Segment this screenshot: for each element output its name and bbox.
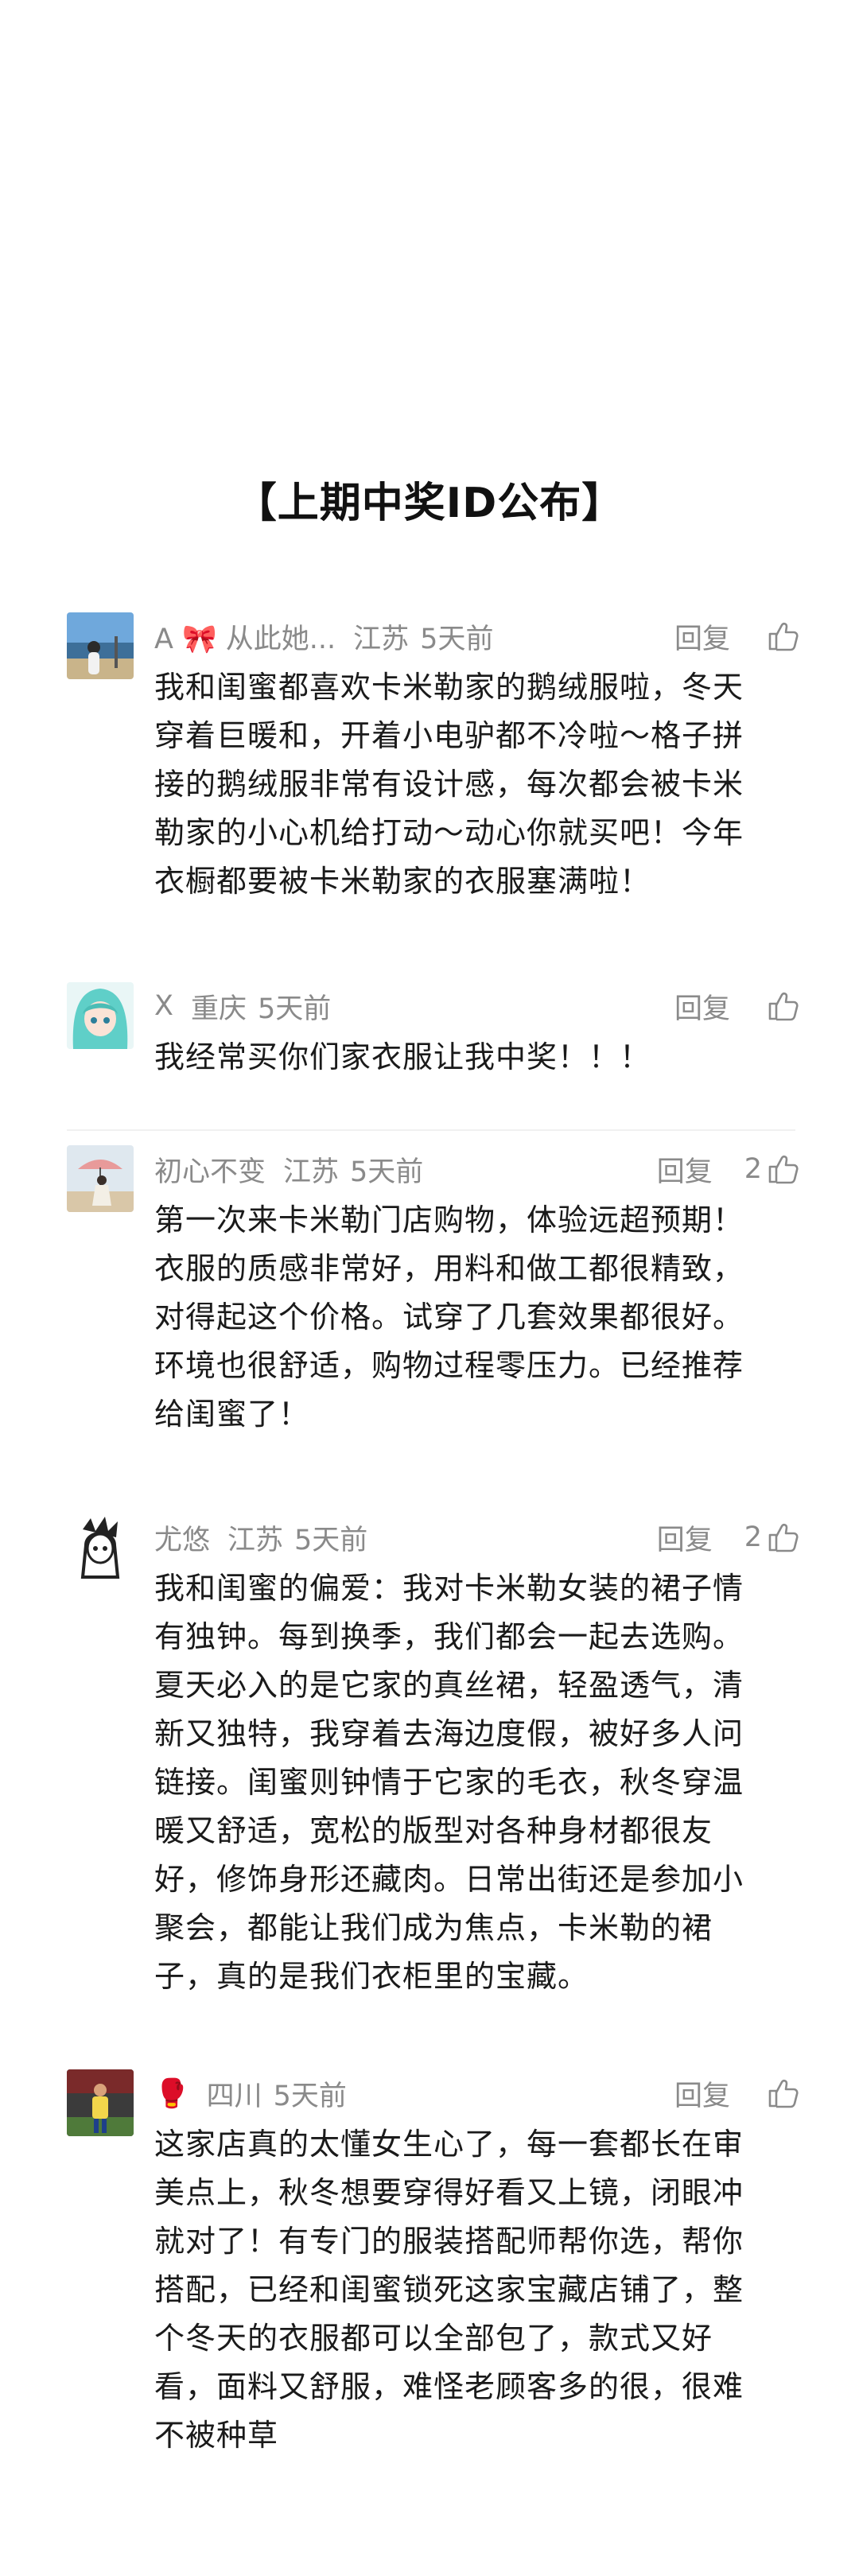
comment-text: 这家店真的太懂女生心了，每一套都长在审 美点上，秋冬想要穿得好看又上镜，闭眼冲 … xyxy=(154,2127,744,2453)
comment-text: 我和闺蜜的偏爱：我对卡米勒女装的裙子情 有独钟。每到换季，我们都会一起去选购。 … xyxy=(154,1571,744,1994)
like-count: 2 xyxy=(744,1153,762,1185)
username[interactable]: A 🎀 从此她... xyxy=(154,616,336,657)
location: 重庆 xyxy=(190,993,247,1025)
reply-button[interactable]: 回复 xyxy=(657,1517,713,1558)
comment-actions: 回复 xyxy=(674,616,799,657)
comment-item: 初心不变 江苏 5天前 回复 2 第一次来卡米勒门店购物，体验远超预期！ 衣服的… xyxy=(67,1145,799,1432)
comment-text: 我和闺蜜都喜欢卡米勒家的鹅绒服啦，冬天 穿着巨暖和，开着小电驴都不冷啦～格子拼 … xyxy=(154,670,744,899)
timestamp: 5天前 xyxy=(294,1524,368,1556)
comment-meta: A 🎀 从此她... 江苏 5天前 xyxy=(154,616,494,657)
comment-meta: 初心不变 江苏 5天前 xyxy=(154,1149,424,1190)
thumbs-up-icon[interactable] xyxy=(767,620,799,652)
timestamp: 5天前 xyxy=(273,2080,347,2112)
user-avatar[interactable] xyxy=(67,1513,134,1580)
comment-actions: 回复 2 xyxy=(657,1517,799,1558)
thumbs-up-icon[interactable] xyxy=(767,2077,799,2109)
username[interactable]: 尤悠 xyxy=(154,1517,210,1558)
thumbs-up-icon[interactable] xyxy=(767,1521,799,1553)
divider xyxy=(67,1129,795,1131)
reply-button[interactable]: 回复 xyxy=(674,986,730,1027)
sketch-avatar-image xyxy=(67,1513,134,1580)
comment-meta: 🥊 四川 5天前 xyxy=(154,2076,347,2112)
comment-item: A 🎀 从此她... 江苏 5天前 回复 我和闺蜜都喜欢卡米勒家的鹅绒服啦，冬天… xyxy=(67,612,799,899)
location: 江苏 xyxy=(283,1156,340,1188)
timestamp: 5天前 xyxy=(258,993,332,1025)
username[interactable]: 🥊 xyxy=(154,2077,189,2110)
user-avatar[interactable] xyxy=(67,1145,134,1212)
comment-actions: 回复 xyxy=(674,2073,799,2114)
reply-button[interactable]: 回复 xyxy=(657,1149,713,1190)
user-avatar[interactable] xyxy=(67,612,134,679)
timestamp: 5天前 xyxy=(420,623,494,655)
anime-avatar-image xyxy=(67,982,134,1049)
username[interactable]: X xyxy=(154,990,173,1022)
timestamp: 5天前 xyxy=(350,1156,424,1188)
user-avatar[interactable] xyxy=(67,2069,134,2136)
thumbs-up-icon[interactable] xyxy=(767,1153,799,1185)
location: 江苏 xyxy=(227,1524,284,1556)
comment-item: 尤悠 江苏 5天前 回复 2 我和闺蜜的偏爱：我对卡米勒女装的裙子情 有独钟。每… xyxy=(67,1513,799,1994)
landscape-avatar-image xyxy=(67,612,134,679)
page-title: 【上期中奖ID公布】 xyxy=(235,480,624,527)
comment-meta: X 重庆 5天前 xyxy=(154,989,332,1025)
location: 江苏 xyxy=(353,623,410,655)
comment-text: 第一次来卡米勒门店购物，体验远超预期！ 衣服的质感非常好，用料和做工都很精致， … xyxy=(154,1203,744,1432)
umbrella-avatar-image xyxy=(67,1145,134,1212)
comment-text: 我经常买你们家衣服让我中奖！！！ xyxy=(154,1039,651,1074)
like-count: 2 xyxy=(744,1521,762,1553)
reply-button[interactable]: 回复 xyxy=(674,616,730,657)
comment-item: 🥊 四川 5天前 回复 这家店真的太懂女生心了，每一套都长在审 美点上，秋冬想要… xyxy=(67,2069,799,2483)
location: 四川 xyxy=(206,2080,262,2112)
comment-item: X 重庆 5天前 回复 我经常买你们家衣服让我中奖！！！ xyxy=(67,982,799,1094)
reply-button[interactable]: 回复 xyxy=(674,2073,730,2114)
soccer-avatar-image xyxy=(67,2069,134,2136)
username[interactable]: 初心不变 xyxy=(154,1149,266,1190)
comment-actions: 回复 xyxy=(674,986,799,1027)
comment-meta: 尤悠 江苏 5天前 xyxy=(154,1517,368,1558)
user-avatar[interactable] xyxy=(67,982,134,1049)
comment-actions: 回复 2 xyxy=(657,1149,799,1190)
thumbs-up-icon[interactable] xyxy=(767,990,799,1022)
